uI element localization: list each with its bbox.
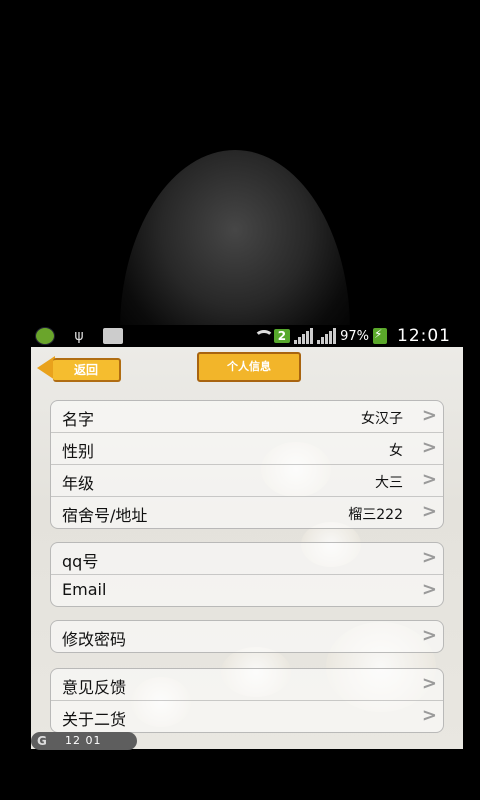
battery-percent: 97% [340, 328, 369, 344]
row-label: Email [62, 580, 107, 599]
app-notification-icon [35, 327, 55, 345]
row-label: 意见反馈 [62, 678, 127, 697]
profile-group: 名字 女汉子 > 性别 女 > 年级 大三 > 宿舍号/地址 榴三222 > [50, 400, 444, 529]
status-bar: ψ 2 97% 12:01 [31, 325, 463, 347]
row-label: 名字 [62, 410, 95, 429]
row-qq[interactable]: qq号 > [51, 543, 443, 574]
row-change-password[interactable]: 修改密码 > [51, 621, 443, 652]
row-dorm-address[interactable]: 宿舍号/地址 榴三222 > [51, 496, 443, 528]
row-label: qq号 [62, 552, 99, 571]
row-feedback[interactable]: 意见反馈 > [51, 669, 443, 700]
dark-background [0, 0, 480, 325]
chevron-right-icon: > [421, 673, 437, 694]
row-value: 大三 [375, 475, 403, 491]
logo-icon: G [37, 734, 47, 748]
row-label: 关于二货 [62, 710, 127, 729]
row-value: 榴三222 [348, 507, 403, 523]
chevron-right-icon: > [421, 705, 437, 726]
battery-icon [373, 327, 387, 344]
about-group: 意见反馈 > 关于二货 > [50, 668, 444, 733]
password-group: 修改密码 > [50, 620, 444, 653]
row-grade[interactable]: 年级 大三 > [51, 464, 443, 496]
debug-icon [103, 328, 123, 344]
row-email[interactable]: Email > [51, 574, 443, 606]
chevron-right-icon: > [421, 437, 437, 458]
row-gender[interactable]: 性别 女 > [51, 432, 443, 464]
status-time: 12:01 [397, 326, 451, 346]
widget-time: 12 01 [65, 734, 102, 747]
chevron-right-icon: > [421, 625, 437, 646]
signal-icon-2 [317, 328, 337, 344]
row-name[interactable]: 名字 女汉子 > [51, 401, 443, 432]
sim-badge: 2 [273, 329, 291, 343]
chevron-right-icon: > [421, 579, 437, 600]
row-value: 女汉子 [361, 411, 403, 427]
wifi-icon [252, 328, 274, 344]
row-about[interactable]: 关于二货 > [51, 700, 443, 732]
usb-icon: ψ [74, 328, 84, 344]
back-button[interactable]: 返回 [37, 350, 127, 382]
row-value: 女 [389, 443, 403, 459]
spotlight-decoration [120, 150, 350, 325]
chevron-right-icon: > [421, 547, 437, 568]
settings-panel: 返回 个人信息 名字 女汉子 > 性别 女 > 年级 大三 > 宿舍号/地址 榴… [31, 347, 463, 749]
back-button-label: 返回 [53, 358, 121, 382]
row-label: 宿舍号/地址 [62, 506, 148, 525]
signal-icon [294, 328, 314, 344]
page-title: 个人信息 [197, 352, 301, 382]
contact-group: qq号 > Email > [50, 542, 444, 607]
floating-clock-widget[interactable]: G 12 01 [31, 732, 137, 750]
row-label: 修改密码 [62, 630, 127, 649]
chevron-right-icon: > [421, 501, 437, 522]
chevron-right-icon: > [421, 469, 437, 490]
row-label: 年级 [62, 474, 95, 493]
chevron-right-icon: > [421, 405, 437, 426]
row-label: 性别 [62, 442, 95, 461]
